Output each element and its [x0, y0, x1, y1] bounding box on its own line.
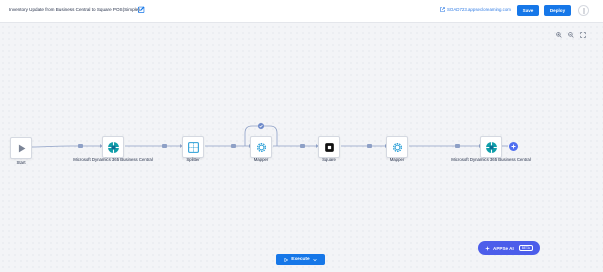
node-mapper-2[interactable]	[386, 136, 408, 158]
edge-start-to-dynamics[interactable]	[31, 145, 100, 148]
sparkle-icon	[485, 245, 490, 251]
chevron-down-icon[interactable]	[313, 258, 317, 262]
node-label-mapper: Mapper	[253, 157, 269, 162]
node-label-mapper: Mapper	[389, 157, 405, 162]
node-start[interactable]	[10, 137, 32, 159]
connector-chip[interactable]	[300, 144, 305, 148]
connector-chip[interactable]	[367, 144, 372, 148]
connector-chip[interactable]	[231, 144, 236, 148]
connector-chip[interactable]	[455, 144, 460, 148]
node-label-start: Start	[16, 160, 26, 165]
node-label-square: Square	[322, 157, 336, 162]
node-dynamics-365[interactable]	[102, 136, 124, 158]
dynamics-365-icon	[485, 141, 497, 153]
plus-icon	[511, 144, 516, 149]
connector-chip[interactable]	[162, 144, 167, 148]
beta-badge: BETA	[518, 245, 533, 251]
execute-button[interactable]: Execute	[276, 254, 325, 265]
node-label-dynamics-365: Microsoft Dynamics 365 Business Central	[73, 157, 153, 162]
play-icon	[18, 144, 25, 152]
node-mapper-1[interactable]	[250, 136, 272, 158]
play-outline-icon	[284, 257, 289, 262]
node-label-dynamics-365: Microsoft Dynamics 365 Business Central	[451, 157, 531, 162]
node-square[interactable]	[318, 136, 340, 158]
add-node-button[interactable]	[509, 142, 518, 151]
splitter-icon	[187, 141, 199, 153]
dynamics-365-icon	[107, 141, 119, 153]
node-splitter[interactable]	[182, 136, 204, 158]
gear-icon	[256, 142, 266, 152]
gear-icon	[392, 142, 402, 152]
flow-edges	[31, 123, 508, 148]
node-dynamics-365-2[interactable]	[480, 136, 502, 158]
square-icon	[324, 142, 334, 152]
loop-marker-icon[interactable]	[258, 123, 264, 129]
ai-assistant-button[interactable]: APPSe AI BETA	[478, 241, 540, 255]
connector-chip[interactable]	[78, 144, 83, 148]
execute-label: Execute	[291, 257, 310, 262]
node-label-splitter: Splitter	[186, 157, 200, 162]
ai-assistant-label: APPSe AI	[493, 245, 514, 251]
